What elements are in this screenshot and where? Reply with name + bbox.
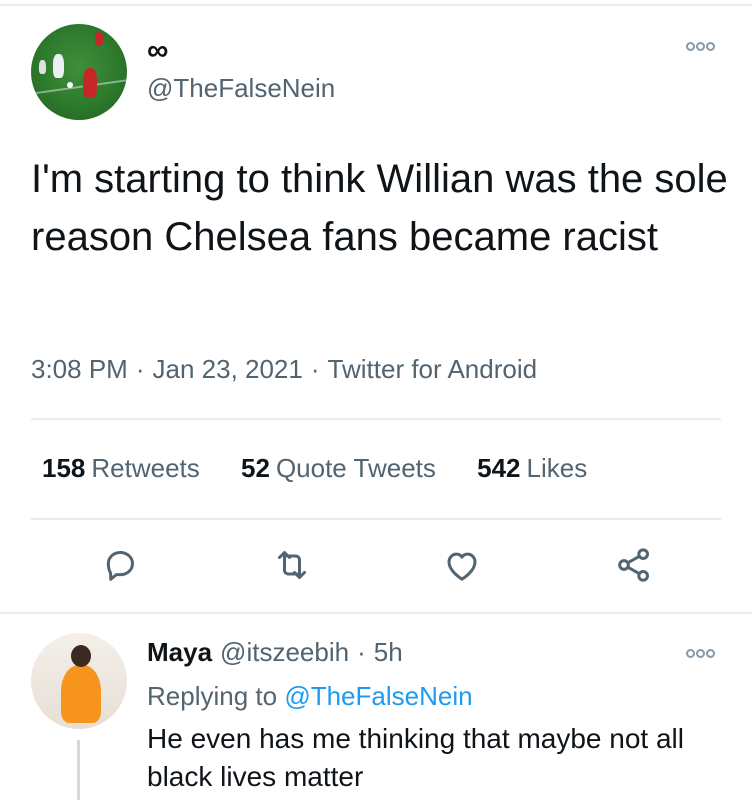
thread-line	[77, 740, 80, 800]
reply-header: Maya @itszeebih · 5h	[147, 637, 403, 667]
reply-age[interactable]: 5h	[374, 637, 403, 667]
reply-more-options-icon[interactable]	[686, 645, 716, 663]
like-icon[interactable]	[442, 545, 482, 585]
engagement-stats: 158 Retweets 52 Quote Tweets 542 Likes	[42, 451, 621, 485]
author-avatar[interactable]	[31, 24, 127, 120]
top-divider	[0, 4, 752, 6]
tweet-client[interactable]: Twitter for Android	[328, 354, 538, 384]
reply-text: He even has me thinking that maybe not a…	[147, 723, 684, 792]
tweet-text: I'm starting to think Willian was the so…	[31, 157, 728, 259]
reply-icon[interactable]	[100, 545, 140, 585]
reply-author-name[interactable]: Maya	[147, 637, 212, 667]
author-handle[interactable]: @TheFalseNein	[147, 72, 335, 104]
tweet-metadata: 3:08 PM · Jan 23, 2021 · Twitter for Android	[31, 354, 538, 384]
replying-to-link[interactable]: @TheFalseNein	[284, 681, 472, 711]
replying-to: Replying to @TheFalseNein	[147, 681, 473, 711]
share-icon[interactable]	[614, 545, 654, 585]
divider	[31, 418, 721, 420]
reply-author-handle[interactable]: @itszeebih	[220, 637, 349, 667]
likes-stat[interactable]: 542 Likes	[477, 451, 587, 485]
more-options-icon[interactable]	[686, 40, 716, 54]
quote-tweets-stat[interactable]: 52 Quote Tweets	[241, 451, 436, 485]
tweet-date[interactable]: Jan 23, 2021	[153, 354, 303, 384]
retweets-stat[interactable]: 158 Retweets	[42, 451, 200, 485]
tweet-time[interactable]: 3:08 PM	[31, 354, 128, 384]
section-divider	[0, 612, 752, 614]
author-display-name[interactable]: ∞	[147, 36, 168, 66]
divider	[31, 518, 721, 520]
retweet-icon[interactable]	[272, 545, 312, 585]
reply-author-avatar[interactable]	[31, 633, 127, 729]
